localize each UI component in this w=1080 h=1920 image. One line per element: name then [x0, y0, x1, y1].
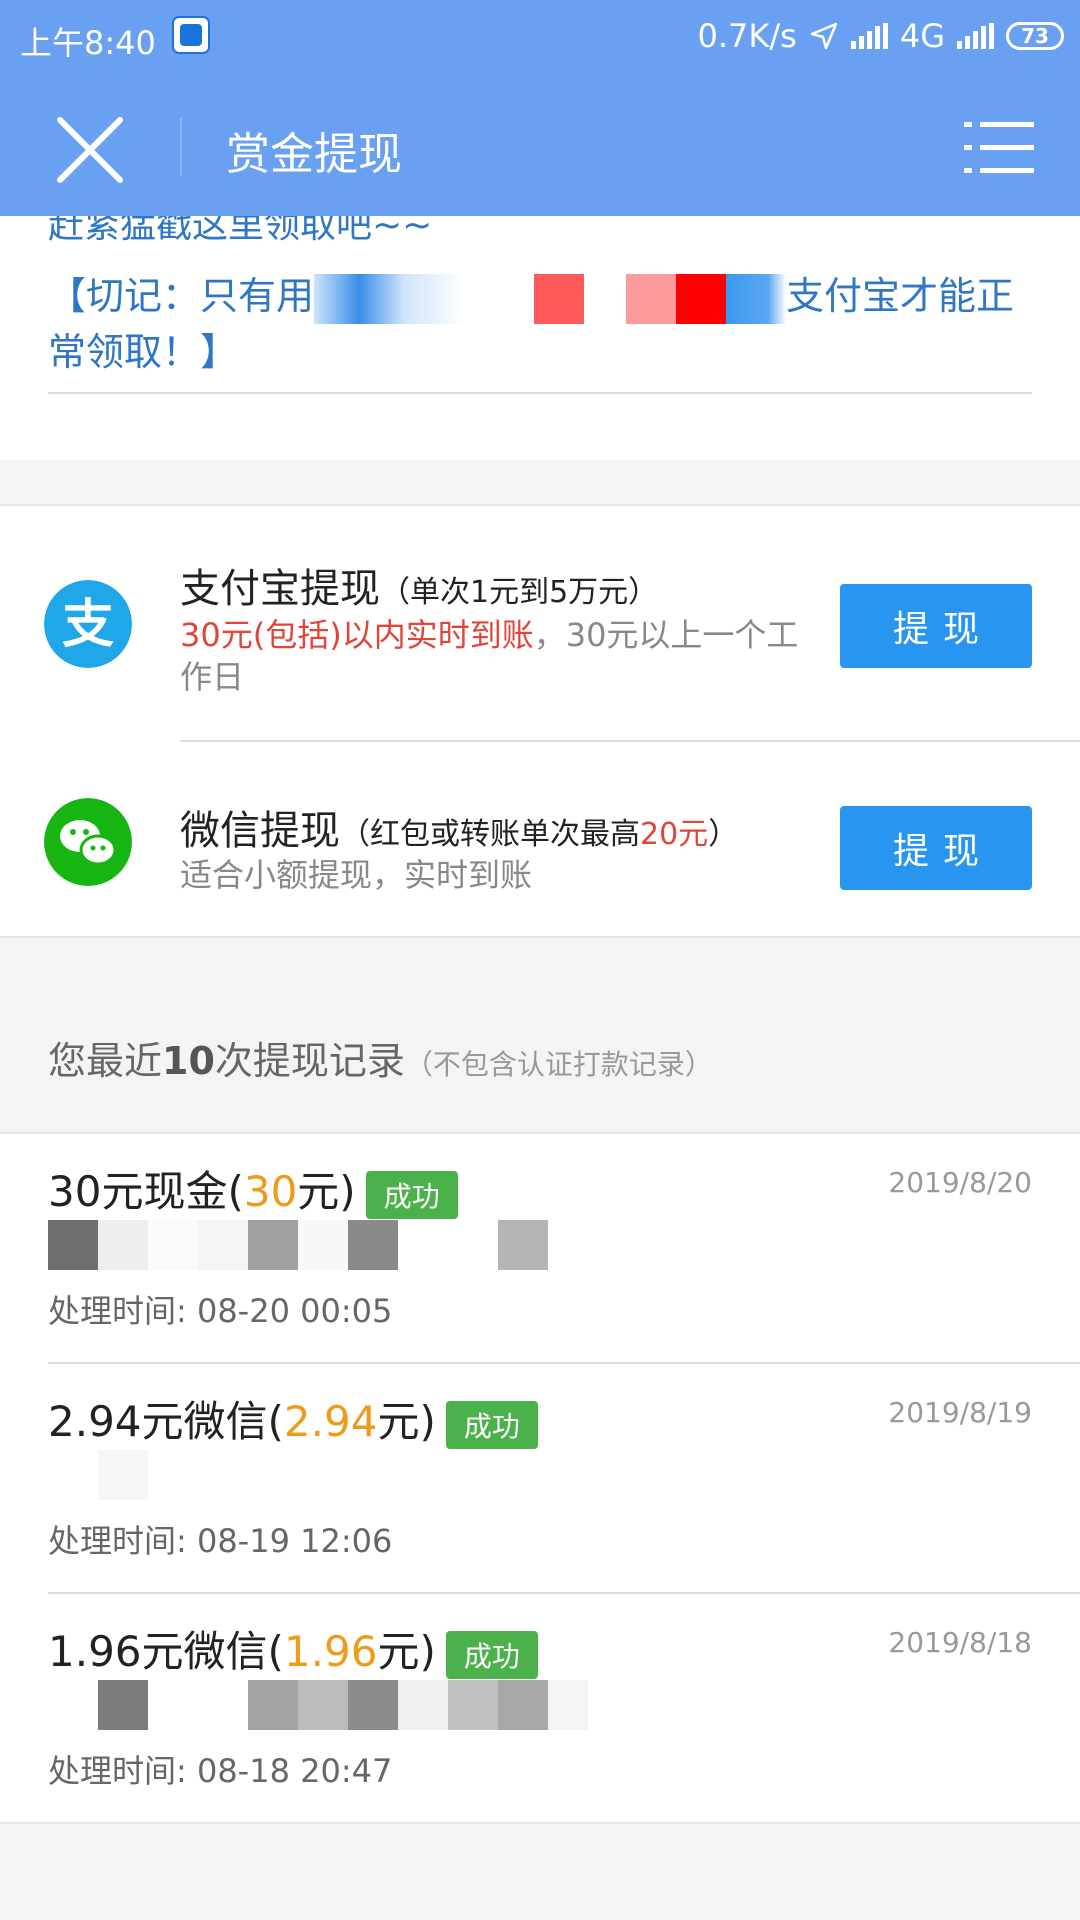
record-value: 30: [243, 1167, 298, 1216]
record-processed-time: 处理时间: 08-18 20:47: [48, 1752, 393, 1790]
signal-icon-2: [957, 23, 994, 49]
redaction-blur: [584, 273, 627, 324]
redaction-blur: [626, 273, 677, 324]
list-item[interactable]: 2.94元微信(2.94元) 成功 2019/8/19 处理时间: 08-19 1…: [0, 1364, 1080, 1594]
redaction-blur: [534, 273, 585, 324]
wechat-limit-prefix: （红包或转账单次最高: [340, 817, 640, 852]
redaction-blur: [676, 273, 727, 324]
page-title: 赏金提现: [226, 129, 402, 180]
notice-text: 【切记：只有用 支付宝才能正常领取！】: [48, 268, 1028, 380]
wechat-withdraw-button[interactable]: 提现: [840, 806, 1032, 890]
record-paren: (: [267, 1627, 284, 1676]
records-heading-suffix: 次提现记录: [214, 1039, 405, 1083]
app-notification-icon: [172, 16, 210, 54]
redaction-blur: [48, 1220, 548, 1272]
app-bar: 赏金提现: [0, 74, 1080, 216]
menu-list-icon[interactable]: [964, 118, 1034, 178]
svg-text:支: 支: [62, 595, 114, 655]
status-badge: 成功: [365, 1170, 458, 1219]
location-icon: [810, 22, 838, 50]
battery-icon: 73: [1006, 22, 1064, 50]
status-badge: 成功: [445, 1400, 538, 1449]
redaction-blur: [314, 273, 465, 324]
status-badge: 成功: [445, 1630, 538, 1679]
appbar-divider: [180, 118, 182, 176]
wechat-limit: （红包或转账单次最高20元）: [340, 817, 738, 852]
record-label: 2.94元微信: [48, 1397, 268, 1446]
list-item[interactable]: 30元现金(30元) 成功 2019/8/20 处理时间: 08-20 00:05: [0, 1134, 1080, 1364]
redaction-blur: [48, 1450, 148, 1502]
record-paren: (: [267, 1397, 284, 1446]
network-type: 4G: [899, 17, 945, 55]
record-amount: 30元现金(30元) 成功: [48, 1158, 458, 1219]
net-speed: 0.7K/s: [697, 17, 797, 55]
record-paren: (: [227, 1167, 244, 1216]
record-processed-time: 处理时间: 08-19 12:06: [48, 1522, 393, 1560]
alipay-desc: 30元(包括)以内实时到账，30元以上一个工作日: [180, 614, 800, 698]
record-amount: 1.96元微信(1.96元) 成功: [48, 1618, 538, 1679]
redaction-blur: [48, 1680, 588, 1732]
records-heading: 您最近10次提现记录（不包含认证打款记录）: [48, 1030, 713, 1085]
redaction-blur: [464, 273, 535, 324]
record-date: 2019/8/19: [888, 1396, 1032, 1429]
record-processed-time: 处理时间: 08-20 00:05: [48, 1292, 393, 1330]
top-bar: 上午8:40 0.7K/s 4G 73 赏金提现: [0, 0, 1080, 216]
status-time: 上午8:40: [20, 24, 156, 62]
notice-prefix: 【切记：只有用: [48, 274, 315, 318]
record-paren: 元): [377, 1397, 436, 1446]
wechat-title: 微信提现（红包或转账单次最高20元）: [180, 798, 738, 856]
alipay-method: 支 支付宝提现（单次1元到5万元） 30元(包括)以内实时到账，30元以上一个工…: [0, 506, 1080, 742]
alipay-withdraw-button[interactable]: 提现: [840, 584, 1032, 668]
record-label: 30元现金: [48, 1167, 228, 1216]
alipay-limit: （单次1元到5万元）: [380, 575, 659, 610]
notice-divider: [48, 392, 1032, 394]
records-list: 30元现金(30元) 成功 2019/8/20 处理时间: 08-20 00:05…: [0, 1132, 1080, 1824]
alipay-desc-highlight: 30元(包括)以内实时到账: [180, 616, 534, 654]
record-date: 2019/8/20: [888, 1166, 1032, 1199]
status-bar: 上午8:40 0.7K/s 4G 73: [0, 0, 1080, 74]
records-count: 10: [162, 1039, 215, 1083]
wechat-desc: 适合小额提现，实时到账: [180, 856, 533, 894]
record-date: 2019/8/18: [888, 1626, 1032, 1659]
record-value: 2.94: [283, 1397, 378, 1446]
wechat-limit-suffix: ）: [708, 817, 739, 852]
battery-level: 73: [1021, 24, 1049, 48]
wechat-method: 微信提现（红包或转账单次最高20元） 适合小额提现，实时到账 提现: [0, 742, 1080, 936]
notice-card: 赶紧猛戳这里领取吧~~ 【切记：只有用 支付宝才能正常领取！】: [0, 205, 1080, 460]
record-paren: 元): [297, 1167, 356, 1216]
alipay-icon: 支: [44, 580, 132, 668]
status-right: 0.7K/s 4G 73: [698, 14, 1064, 58]
withdraw-methods: 支 支付宝提现（单次1元到5万元） 30元(包括)以内实时到账，30元以上一个工…: [0, 504, 1080, 938]
signal-icon: [850, 23, 888, 49]
wechat-icon: [44, 798, 132, 886]
record-amount: 2.94元微信(2.94元) 成功: [48, 1388, 538, 1449]
alipay-title-text: 支付宝提现: [180, 566, 380, 612]
wechat-title-text: 微信提现: [180, 808, 340, 854]
wechat-limit-highlight: 20元: [640, 817, 709, 852]
records-heading-note: （不包含认证打款记录）: [404, 1048, 713, 1081]
record-value: 1.96: [283, 1627, 378, 1676]
close-icon[interactable]: [48, 108, 132, 192]
record-paren: 元): [377, 1627, 436, 1676]
record-label: 1.96元微信: [48, 1627, 268, 1676]
list-item[interactable]: 1.96元微信(1.96元) 成功 2019/8/18 处理时间: 08-18 2…: [0, 1594, 1080, 1824]
alipay-title: 支付宝提现（单次1元到5万元）: [180, 556, 658, 614]
records-heading-prefix: 您最近: [48, 1039, 163, 1083]
redaction-blur: [726, 273, 787, 324]
